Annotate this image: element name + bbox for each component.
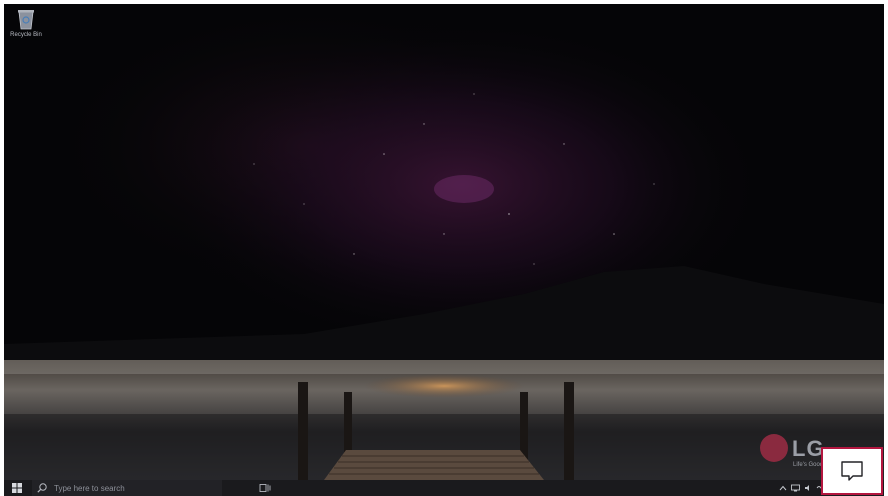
- desktop-wallpaper: [4, 4, 884, 480]
- volume-icon[interactable]: [804, 484, 812, 492]
- windows-logo-icon: [12, 483, 22, 493]
- network-icon[interactable]: [791, 484, 800, 492]
- chevron-up-icon[interactable]: [779, 484, 787, 492]
- lg-logo-letters: LG: [792, 436, 825, 461]
- search-placeholder: Type here to search: [54, 483, 125, 493]
- taskbar: Type here to search: [4, 480, 884, 496]
- lg-logo-tagline: Life's Good: [793, 462, 824, 468]
- system-tray: [779, 480, 824, 496]
- lg-logo-mark: [760, 434, 788, 462]
- task-view-button[interactable]: [258, 481, 272, 495]
- desktop-icon-label: Recycle Bin: [10, 32, 42, 38]
- start-button[interactable]: [10, 481, 24, 495]
- desktop-screen: Recycle Bin LG Life's Good Type here to …: [4, 4, 884, 496]
- task-view-icon: [259, 484, 271, 492]
- notification-icon: [841, 461, 863, 481]
- desktop-icon-recycle-bin[interactable]: Recycle Bin: [6, 8, 46, 52]
- recycle-bin-icon: [18, 10, 34, 30]
- action-center-button[interactable]: [821, 447, 883, 495]
- taskbar-search-box[interactable]: Type here to search: [32, 480, 222, 496]
- search-icon: [37, 483, 47, 493]
- lg-brand-logo: LG Life's Good: [760, 430, 828, 478]
